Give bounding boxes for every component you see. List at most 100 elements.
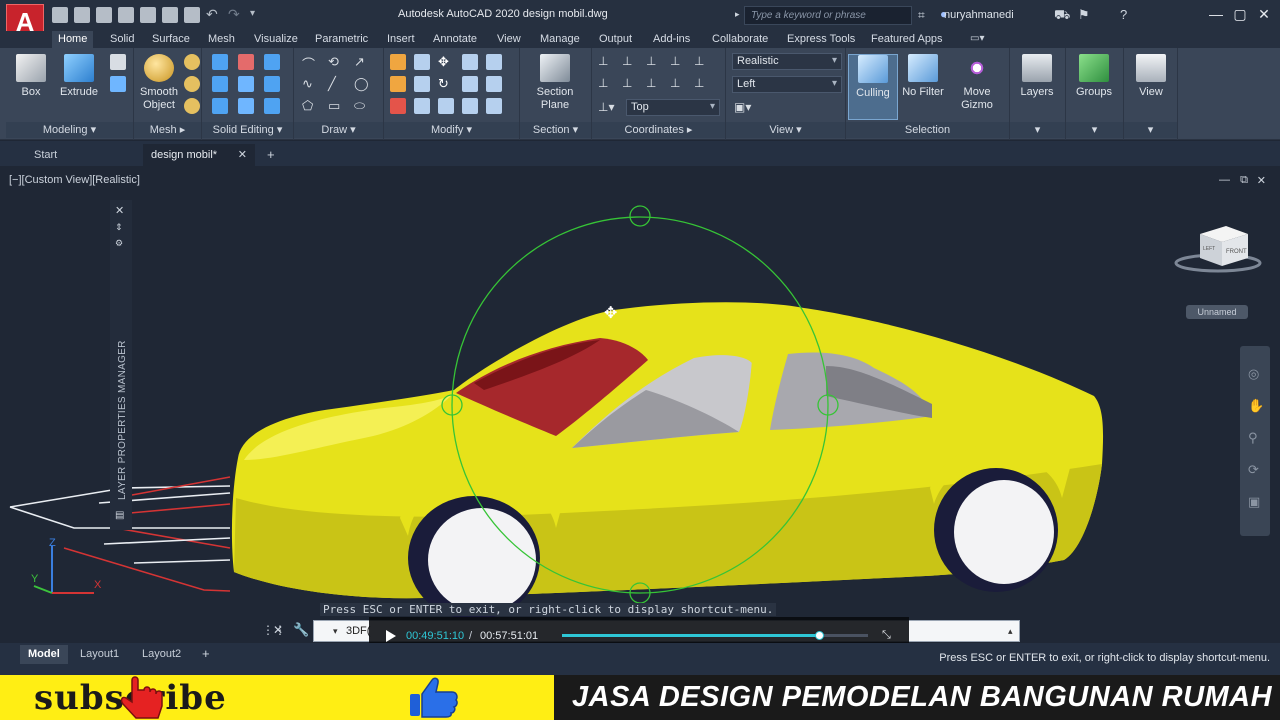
ribbon-toggle-icon[interactable]: ▭▾ [970,33,984,44]
viewport-minimize-icon[interactable]: — [1219,174,1230,186]
copy-icon[interactable] [462,54,478,70]
section-plane-tool[interactable]: Section Plane [530,54,580,112]
search-input[interactable]: Type a keyword or phrase [744,6,912,25]
exit-fullscreen-icon[interactable]: ⤡ [882,629,896,643]
tab-visualize[interactable]: Visualize [248,31,304,48]
ucs-z-icon[interactable]: ⊥ [670,76,686,92]
move-gizmo-tool[interactable]: Move Gizmo [952,54,1002,112]
tab-layout1[interactable]: Layout1 [72,645,127,664]
ucs-menu-badge[interactable]: Unnamed [1186,305,1248,319]
palette-layer-icon[interactable]: ▤ [115,510,124,521]
navigation-bar[interactable]: ◎ ✋ ⚲ ⟳ ▣ [1240,346,1270,536]
plot-icon[interactable] [184,7,200,23]
palette-autohide-icon[interactable]: ⇕ [115,222,123,233]
spline-icon[interactable]: ∿ [302,76,318,92]
ucs-face-icon[interactable]: ⊥ [694,54,710,70]
view-tool[interactable]: View [1126,54,1176,99]
undo-icon[interactable]: ↶ [206,7,222,23]
separate-icon[interactable] [264,98,280,114]
rear-wheel[interactable] [934,468,1058,592]
command-history-toggle-icon[interactable]: ▴ [1008,626,1013,637]
redo-icon[interactable]: ↷ [228,7,244,23]
tab-annotate[interactable]: Annotate [427,31,483,48]
visual-style-dropdown[interactable]: Realistic [732,53,842,70]
panel-label-draw[interactable]: Draw ▾ [294,122,383,138]
command-close-icon[interactable]: ✕ [273,623,283,637]
explode-icon[interactable] [486,98,502,114]
trim-icon[interactable] [486,54,502,70]
maximize-icon[interactable]: ▢ [1232,6,1248,22]
tab-mesh[interactable]: Mesh [202,31,241,48]
panel-label-selection[interactable]: Selection [846,122,1009,138]
view-direction-dropdown[interactable]: Left [732,76,842,93]
palette-properties-icon[interactable]: ⚙ [115,238,123,249]
tab-design-mobil[interactable]: design mobil* ✕ [143,144,255,166]
extract-edges-icon[interactable] [212,98,228,114]
binoculars-icon[interactable]: ⌗ [918,8,925,23]
palette-close-icon[interactable]: ✕ [115,204,124,217]
tab-featured-apps[interactable]: Featured Apps [865,31,949,48]
viewcube[interactable]: FRONT LEFT [1174,226,1262,273]
panel-label-mesh[interactable]: Mesh ▸ [134,122,201,138]
ucs-icon[interactable]: ⊥ [598,54,614,70]
ucs-view-icon[interactable]: ⊥ [598,76,614,92]
save-icon[interactable] [96,7,112,23]
user-name[interactable]: nuryahmanedi [944,9,1014,21]
layers-tool[interactable]: Layers [1012,54,1062,99]
panel-label-modify[interactable]: Modify ▾ [384,122,519,138]
pan-icon[interactable]: ✋ [1248,398,1264,414]
ucs-origin-icon[interactable]: ⊥ [646,54,662,70]
panel-label-groups-expand[interactable]: ▾ [1066,122,1123,138]
new-tab-icon[interactable]: + [267,147,275,162]
share-icon[interactable] [162,7,178,23]
intersect-icon[interactable] [212,76,228,92]
ucs-view-dropdown[interactable]: Top [626,99,720,116]
tab-manage[interactable]: Manage [534,31,586,48]
fillet-icon[interactable] [486,76,502,92]
minimize-icon[interactable]: — [1208,6,1224,22]
viewport-restore-icon[interactable]: ⧉ [1240,174,1248,187]
tab-output[interactable]: Output [593,31,638,48]
3d-array-icon[interactable] [414,98,430,114]
smooth-object-tool[interactable]: Smooth Object [134,54,184,112]
search-expand-icon[interactable]: ▸ [735,9,740,20]
play-icon[interactable] [386,630,396,642]
viewport-close-icon[interactable]: ✕ [1257,174,1266,187]
save-as-icon[interactable] [118,7,134,23]
viewport-controls-label[interactable]: [−][Custom View][Realistic] [9,174,140,186]
groups-tool[interactable]: Groups [1069,54,1119,99]
viewcube-left-label[interactable]: LEFT [1203,246,1215,252]
panel-label-view-expand[interactable]: ▾ [1124,122,1177,138]
polygon-icon[interactable]: ⬠ [302,98,318,114]
tab-start[interactable]: Start [26,144,140,166]
stretch-icon[interactable] [462,76,478,92]
culling-tool[interactable]: Culling [848,54,898,120]
interfere-icon[interactable] [264,76,280,92]
close-tab-icon[interactable]: ✕ [238,148,247,161]
orbit-icon[interactable]: ⟳ [1248,462,1259,478]
panel-label-section[interactable]: Section ▾ [520,122,591,138]
showmotion-icon[interactable]: ▣ [1248,494,1260,510]
mesh-refine-icon[interactable] [184,98,200,114]
ucs-3point-icon[interactable]: ⊥ [670,54,686,70]
tab-view[interactable]: View [491,31,527,48]
tab-insert[interactable]: Insert [381,31,421,48]
mesh-smooth-more-icon[interactable] [184,54,200,70]
tab-collaborate[interactable]: Collaborate [706,31,774,48]
box-tool[interactable]: Box [6,54,56,99]
front-wheel[interactable] [408,496,540,620]
ucs-x-icon[interactable]: ⊥ [622,76,638,92]
polysolid-icon[interactable] [110,76,126,92]
move-icon[interactable]: ✥ [438,54,454,70]
3d-move-icon[interactable] [390,54,406,70]
video-progress-handle[interactable] [815,631,825,640]
helix-icon[interactable]: ⟲ [328,54,344,70]
panel-label-modeling[interactable]: Modeling ▾ [6,122,133,138]
web-mobile-icon[interactable] [140,7,156,23]
close-icon[interactable]: ✕ [1256,6,1272,22]
customize-qat-icon[interactable]: ▾ [250,7,266,23]
3d-mirror-icon[interactable] [414,76,430,92]
tab-express-tools[interactable]: Express Tools [781,31,861,48]
tab-parametric[interactable]: Parametric [309,31,374,48]
ucs-y-icon[interactable]: ⊥ [646,76,662,92]
